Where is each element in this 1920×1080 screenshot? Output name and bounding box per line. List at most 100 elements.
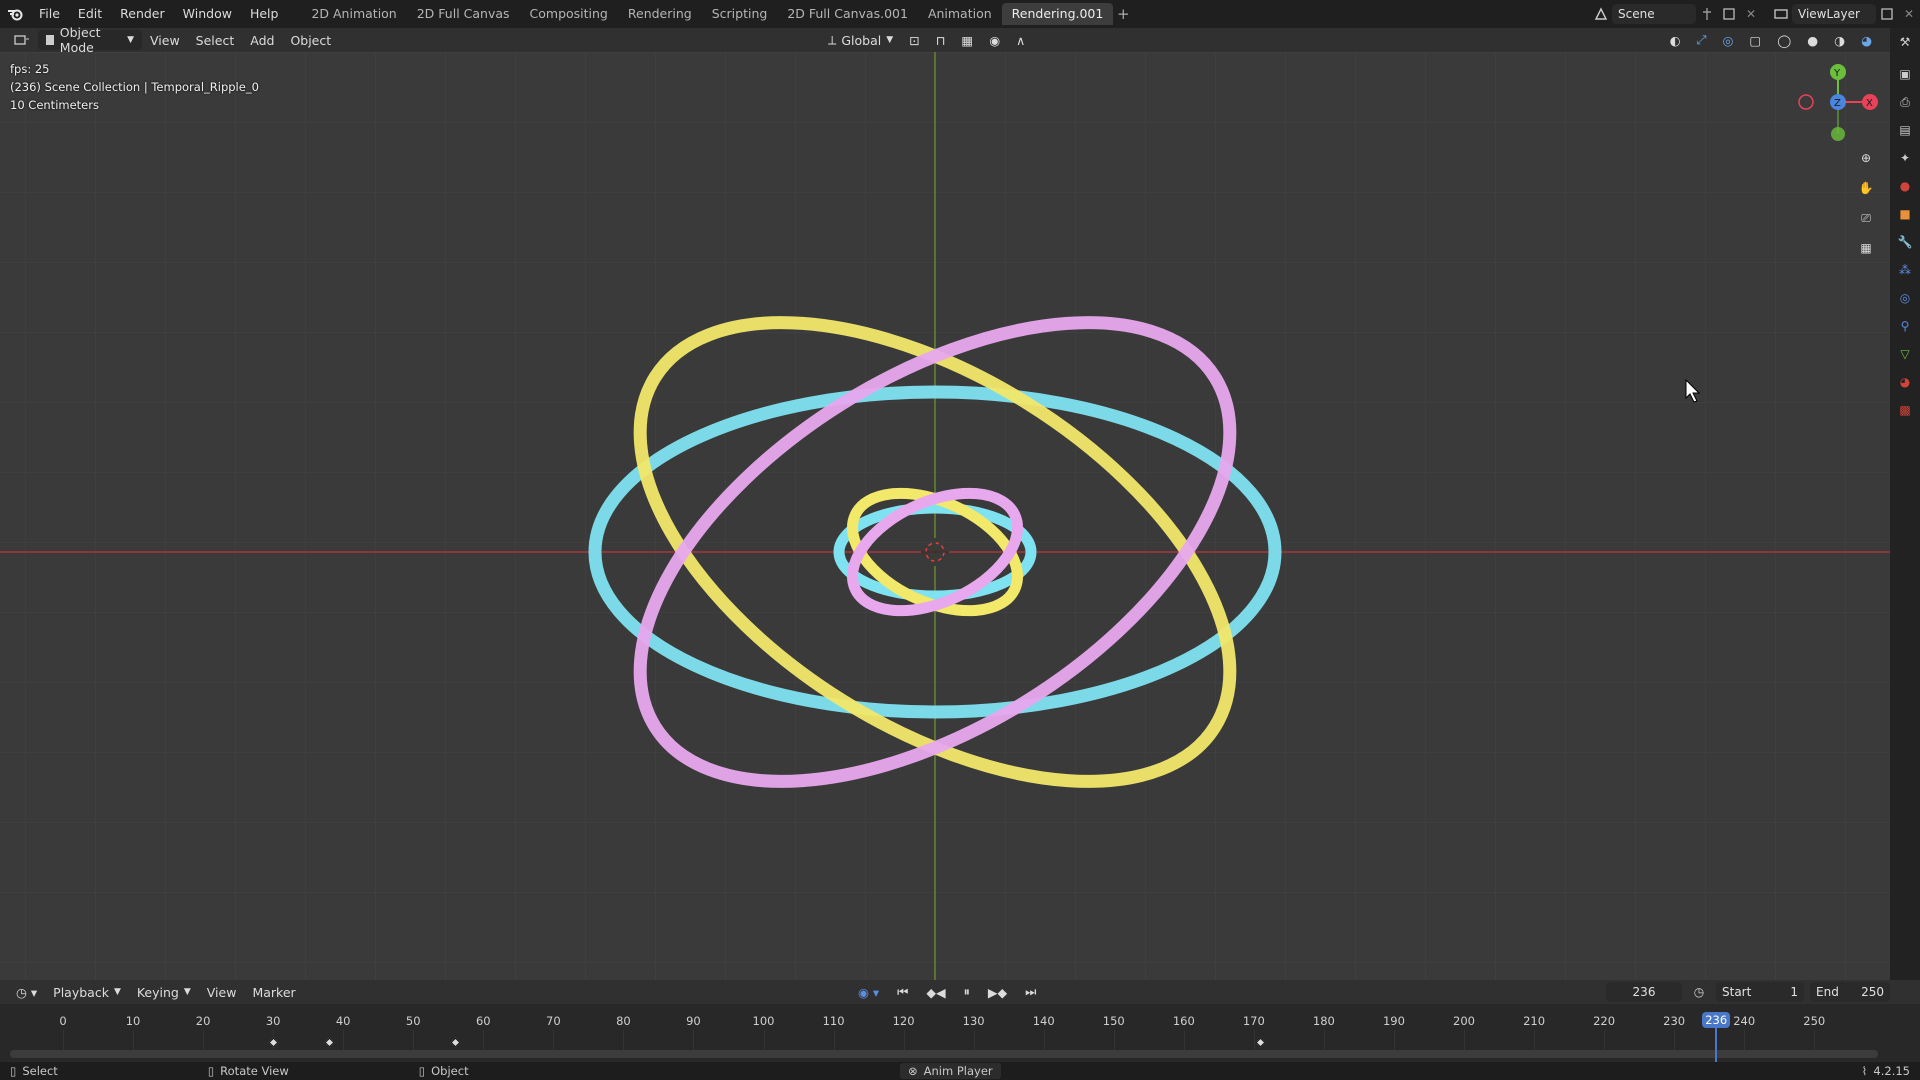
close-scene-icon[interactable]: ✕ [1740, 4, 1762, 24]
tab-rendering-001[interactable]: Rendering.001 [1001, 3, 1114, 25]
snap-target-icon[interactable]: ▦ [953, 30, 981, 50]
tab-2d-full-canvas[interactable]: 2D Full Canvas [407, 3, 520, 25]
workspace-tabs: 2D Animation 2D Full Canvas Compositing … [301, 0, 1133, 28]
tab-2d-full-canvas-001[interactable]: 2D Full Canvas.001 [777, 3, 918, 25]
menu-select[interactable]: Select [188, 30, 243, 50]
pivot-point-icon[interactable]: ⊡ [901, 30, 927, 50]
keyframe-diamond[interactable] [324, 1037, 335, 1048]
tab-compositing[interactable]: Compositing [520, 3, 618, 25]
menu-file[interactable]: File [30, 0, 69, 28]
chevron-down-icon: ▼ [113, 987, 121, 997]
scene-name: Scene [1618, 7, 1655, 21]
constraint-properties-icon[interactable]: ⚲ [1890, 312, 1920, 340]
render-properties-icon[interactable]: ▣ [1890, 60, 1920, 88]
menu-view[interactable]: View [142, 30, 188, 50]
wireframe-shading-icon[interactable]: ◯ [1769, 30, 1799, 50]
tab-rendering[interactable]: Rendering [618, 3, 702, 25]
particle-properties-icon[interactable]: ⁂ [1890, 256, 1920, 284]
falloff-icon[interactable]: ∧ [1008, 30, 1033, 50]
add-workspace-icon[interactable]: + [1113, 5, 1133, 23]
frame-tick-line [1674, 1030, 1676, 1052]
top-right-controls: Scene ✕ ViewLayer ✕ [1590, 0, 1920, 28]
gizmo-toggle-icon[interactable]: ⤢ [1688, 30, 1714, 50]
modifier-properties-icon[interactable]: 🔧 [1890, 228, 1920, 256]
viewport-grid: Y X Z [0, 52, 1890, 980]
tab-scripting[interactable]: Scripting [702, 3, 778, 25]
xray-icon[interactable]: ▢ [1741, 30, 1769, 50]
scene-icon[interactable] [1590, 4, 1612, 24]
timeline-scrollbar[interactable] [10, 1050, 1878, 1058]
object-mode-icon [46, 35, 54, 45]
menu-object[interactable]: Object [282, 30, 339, 50]
output-properties-icon[interactable]: ⎙ [1890, 88, 1920, 116]
jump-next-keyframe-icon[interactable]: ▶◆ [980, 982, 1015, 1002]
timeline-editor-icon[interactable]: ◷ ▾ [8, 982, 45, 1002]
snap-icon[interactable]: ⊓ [928, 30, 954, 50]
collection-readout: (236) Scene Collection | Temporal_Ripple… [10, 80, 259, 94]
menu-add[interactable]: Add [242, 30, 282, 50]
camera-view-icon[interactable]: ⎚ [1854, 206, 1878, 230]
new-scene-icon[interactable] [1718, 4, 1740, 24]
world-properties-icon[interactable]: ● [1890, 172, 1920, 200]
auto-keying-icon[interactable]: ◉ ▾ [850, 982, 887, 1002]
mouse-middle-icon: ▯ [207, 1064, 215, 1078]
tool-settings-icon[interactable]: ⚒ [1890, 28, 1920, 56]
proportional-edit-icon[interactable]: ◉ [981, 30, 1008, 50]
perspective-grid-icon[interactable]: ▦ [1854, 236, 1878, 260]
menu-window[interactable]: Window [174, 0, 241, 28]
pause-icon[interactable]: ⏸ [956, 982, 978, 1002]
editor-type-icon[interactable] [6, 30, 38, 50]
playback-label: Playback [53, 984, 109, 1000]
timeline-menu-marker[interactable]: Marker [244, 982, 303, 1002]
frame-tick-line [483, 1030, 485, 1052]
rendered-shading-icon[interactable]: ◕ [1853, 30, 1880, 50]
menu-edit[interactable]: Edit [69, 0, 111, 28]
material-shading-icon[interactable]: ◑ [1826, 30, 1853, 50]
keyframe-diamond[interactable] [268, 1037, 279, 1048]
scene-field[interactable]: Scene [1612, 4, 1696, 24]
timeline-area[interactable]: 0 10 20 30 40 50 60 70 80 90 100 110 120 130 140 150 160… [0, 1004, 1920, 1068]
pin-icon[interactable] [1696, 4, 1718, 24]
view-layer-field[interactable]: ViewLayer [1792, 4, 1876, 24]
overlay-toggle-icon[interactable]: ◎ [1715, 30, 1742, 50]
view-layer-properties-icon[interactable]: ▤ [1890, 116, 1920, 144]
jump-start-icon[interactable]: ⏮ [889, 982, 916, 1002]
tab-animation[interactable]: Animation [918, 3, 1002, 25]
scene-properties-icon[interactable]: ✦ [1890, 144, 1920, 172]
new-view-layer-icon[interactable] [1876, 4, 1898, 24]
timeline-menu-view[interactable]: View [199, 982, 245, 1002]
material-properties-icon[interactable]: ◕ [1890, 368, 1920, 396]
jump-prev-keyframe-icon[interactable]: ◆◀ [918, 982, 953, 1002]
preview-range-clock-icon[interactable]: ◷ [1688, 982, 1710, 1002]
blender-logo-icon[interactable] [0, 0, 30, 28]
anim-player-indicator[interactable]: ⊗ Anim Player [900, 1063, 1001, 1079]
solid-shading-icon[interactable]: ● [1799, 30, 1826, 50]
end-frame-field[interactable]: End 250 [1810, 982, 1890, 1002]
keying-dropdown[interactable]: Keying ▼ [129, 982, 199, 1002]
jump-end-icon[interactable]: ⏭ [1017, 982, 1044, 1002]
start-frame-field[interactable]: Start 1 [1716, 982, 1804, 1002]
playback-dropdown[interactable]: Playback ▼ [45, 982, 129, 1002]
keyframe-diamond[interactable] [450, 1037, 461, 1048]
visibility-icon[interactable]: ◐ [1662, 30, 1689, 50]
zoom-icon[interactable]: ⊕ [1854, 146, 1878, 170]
frame-tick-label: 190 [1382, 1014, 1405, 1028]
close-view-layer-icon[interactable]: ✕ [1898, 4, 1920, 24]
object-properties-icon[interactable]: ■ [1890, 200, 1920, 228]
viewport-header: Object Mode ▼ View Select Add Object ⟂ G… [0, 25, 1890, 55]
texture-properties-icon[interactable]: ▩ [1890, 396, 1920, 424]
menu-help[interactable]: Help [241, 0, 288, 28]
menu-render[interactable]: Render [111, 0, 174, 28]
physics-properties-icon[interactable]: ◎ [1890, 284, 1920, 312]
transform-orientation-dropdown[interactable]: ⟂ Global ▼ [820, 30, 901, 50]
view-layer-icon[interactable] [1770, 4, 1792, 24]
current-frame-field[interactable]: 236 [1606, 982, 1682, 1002]
keyframe-diamond[interactable] [1255, 1037, 1266, 1048]
data-properties-icon[interactable]: ▽ [1890, 340, 1920, 368]
object-mode-dropdown[interactable]: Object Mode ▼ [38, 25, 142, 55]
pan-hand-icon[interactable]: ✋ [1854, 176, 1878, 200]
3d-viewport[interactable]: Y X Z fps: 25 (236) Scene Collection | T… [0, 52, 1890, 980]
frame-tick-label: 20 [195, 1014, 211, 1028]
tab-2d-animation[interactable]: 2D Animation [301, 3, 406, 25]
status-object: Object [431, 1064, 469, 1078]
